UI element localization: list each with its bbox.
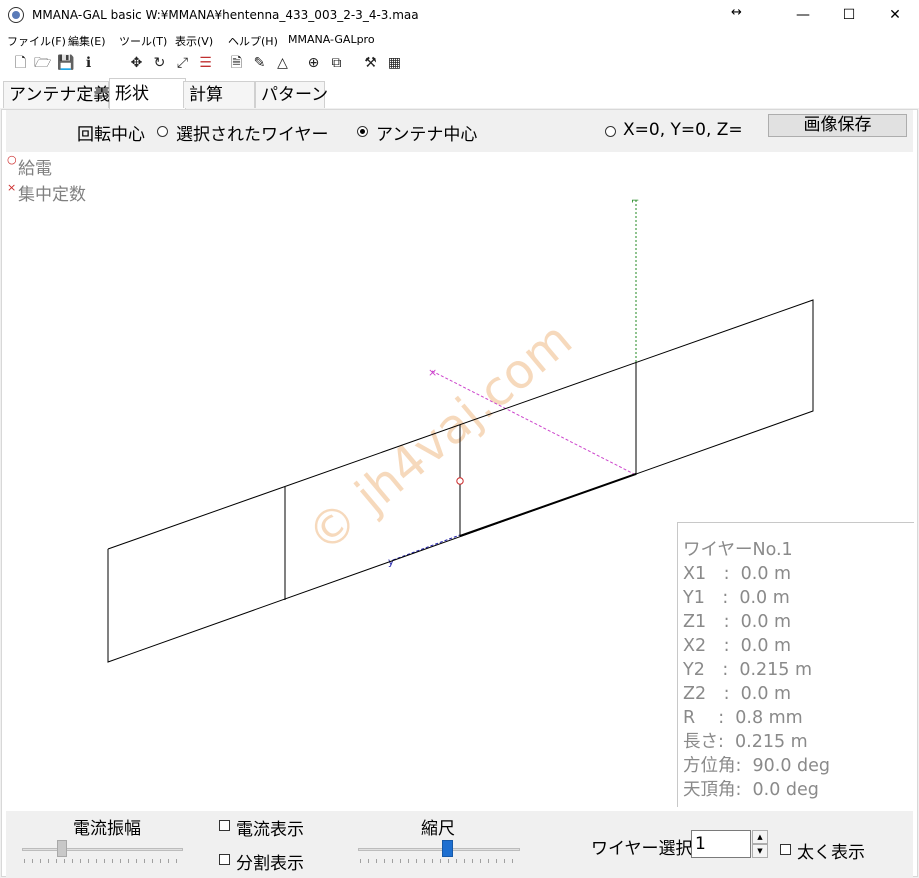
scale-ticks [360,859,519,863]
wire-info-azimuth: 方位角: 90.0 deg [683,756,831,776]
wire-info-title: ワイヤーNo.1 [683,540,793,560]
current-amplitude-ticks [24,859,182,863]
show-segments-checkbox[interactable] [219,854,230,865]
y-axis [392,534,461,561]
current-amplitude-slider[interactable] [22,848,183,851]
spin-up-button[interactable]: ▲ [752,830,768,844]
bottom-control-bar [6,811,913,877]
wire-info-x1: X1 : 0.0 m [683,564,792,584]
wire-info-zenith: 天頂角: 0.0 deg [683,780,819,800]
wire-select-label: ワイヤー選択 [591,839,693,859]
x-axis-tick-icon: × [428,366,437,379]
scale-label: 縮尺 [421,819,455,839]
wire-info-z2: Z2 : 0.0 m [683,684,792,704]
scale-slider[interactable] [358,848,520,851]
wire-info-length: 長さ: 0.215 m [683,732,808,752]
wire-info-y2: Y2 : 0.215 m [683,660,813,680]
show-segments-label[interactable]: 分割表示 [236,849,304,874]
wire-info-z1: Z1 : 0.0 m [683,612,792,632]
show-current-checkbox[interactable] [219,820,230,831]
show-current-label[interactable]: 電流表示 [236,815,304,840]
current-amplitude-label: 電流振幅 [73,819,141,839]
spin-down-button[interactable]: ▼ [752,844,768,858]
feed-point-icon [456,477,464,485]
current-amplitude-thumb[interactable] [57,840,68,857]
wire-select-input[interactable]: 1 [691,830,751,858]
watermark-text: © jh4vaj.com [297,311,583,564]
bold-display-checkbox[interactable] [780,844,791,855]
bold-display-label[interactable]: 太く表示 [797,838,865,863]
wire-info-y1: Y1 : 0.0 m [683,588,790,608]
wire-info-x2: X2 : 0.0 m [683,636,792,656]
wire-info-radius: R : 0.8 mm [683,708,803,728]
z-axis-tick-icon: ⌐ [631,196,639,207]
scale-thumb[interactable] [442,840,454,857]
